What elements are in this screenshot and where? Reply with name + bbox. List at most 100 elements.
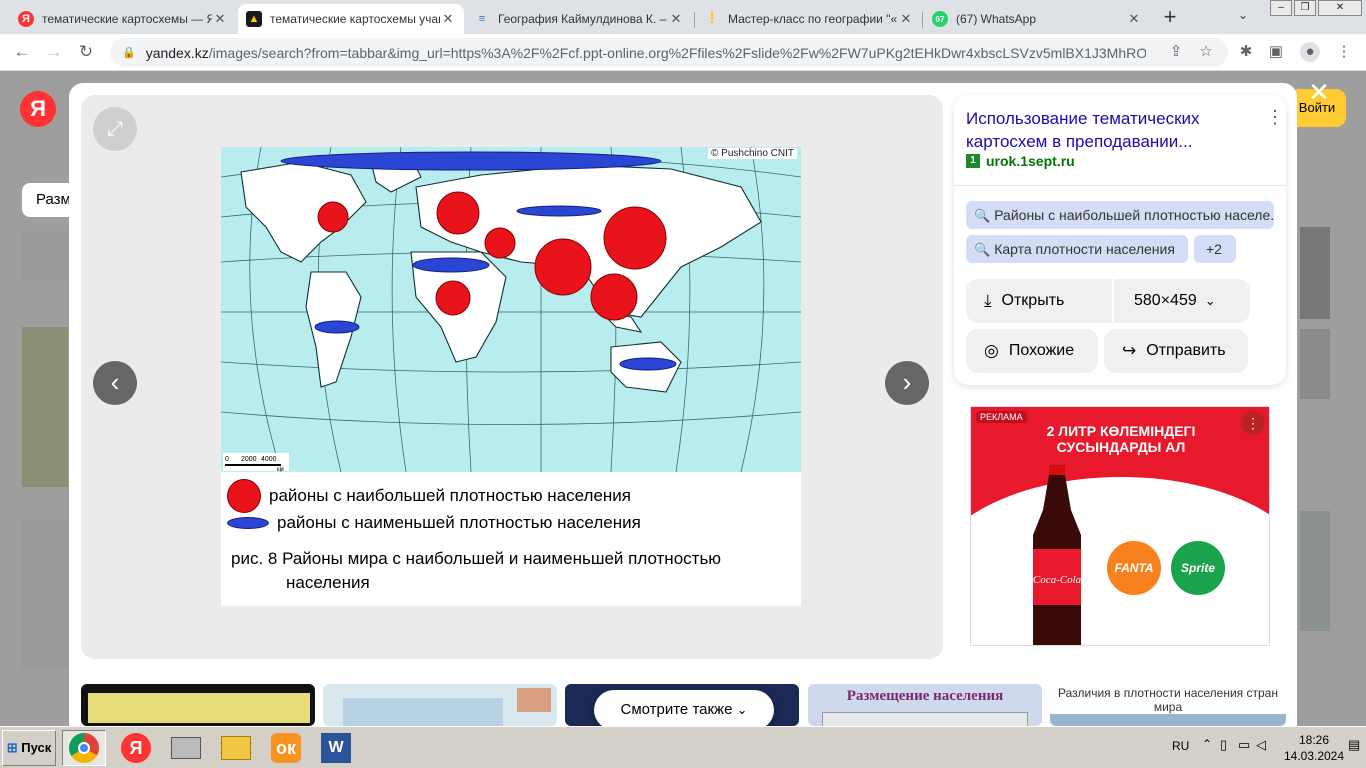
menu-kebab-icon[interactable]: ⋮ bbox=[1334, 42, 1354, 62]
yandex-logo[interactable]: Я bbox=[20, 91, 56, 127]
share-icon[interactable]: ⇪ bbox=[1166, 42, 1186, 62]
close-tab-icon[interactable]: ✕ bbox=[440, 11, 456, 27]
tag-chip[interactable]: 🔍 Карта плотности населения bbox=[966, 235, 1188, 263]
minimize-button[interactable]: – bbox=[1270, 0, 1292, 16]
fullscreen-expand-icon[interactable]: ⤢ bbox=[93, 107, 137, 151]
scale-label: 4000 bbox=[261, 456, 277, 463]
tab-separator bbox=[694, 12, 695, 28]
background-thumbnail[interactable] bbox=[1300, 227, 1330, 319]
taskbar-word[interactable]: W bbox=[314, 730, 358, 766]
profile-avatar-icon[interactable]: ● bbox=[1300, 42, 1320, 62]
camera-lens-icon: ◎ bbox=[984, 341, 999, 360]
address-bar[interactable]: 🔒 yandex.kz/images/search?from=tabbar&im… bbox=[110, 38, 1228, 67]
taskbar-chrome[interactable] bbox=[62, 730, 106, 766]
close-viewer-icon[interactable]: ✕ bbox=[1306, 79, 1332, 105]
back-arrow-icon[interactable]: ← bbox=[10, 40, 34, 64]
image-size-dropdown[interactable]: 580×459 ⌄ bbox=[1114, 279, 1250, 323]
close-window-button[interactable]: ✕ bbox=[1318, 0, 1362, 16]
dense-region-circle bbox=[435, 280, 471, 316]
sprite-logo: Sprite bbox=[1171, 541, 1225, 595]
tray-devices-icon[interactable]: ▯ bbox=[1220, 737, 1227, 753]
taskbar-printer[interactable] bbox=[164, 730, 208, 766]
close-tab-icon[interactable]: ✕ bbox=[668, 11, 684, 27]
taskbar-odnoklassniki[interactable]: ок bbox=[264, 730, 308, 766]
close-tab-icon[interactable]: ✕ bbox=[212, 11, 228, 27]
tray-network-icon[interactable]: ▭ bbox=[1238, 737, 1250, 753]
tab-image-search[interactable]: ▲ тематические картосхемы учащ ✕ bbox=[238, 4, 464, 34]
button-label: Похожие bbox=[1008, 342, 1075, 359]
button-label: 580×459 bbox=[1134, 292, 1197, 309]
reload-icon[interactable]: ↻ bbox=[74, 40, 98, 64]
tab-yandex-search[interactable]: Я тематические картосхемы — Ян ✕ bbox=[10, 4, 236, 34]
fanta-logo: FANTA bbox=[1107, 541, 1161, 595]
tab-title: География Каймулдинова К. – С bbox=[498, 12, 668, 26]
url-text[interactable]: yandex.kz/images/search?from=tabbar&img_… bbox=[146, 45, 1146, 61]
tab-title: тематические картосхемы учащ bbox=[270, 12, 440, 26]
thumbnail-image bbox=[88, 693, 310, 723]
restore-button[interactable]: ❐ bbox=[1294, 0, 1316, 16]
close-tab-icon[interactable]: ✕ bbox=[1126, 11, 1142, 27]
windows-logo-icon: ⊞ bbox=[6, 740, 18, 755]
tab-master-class[interactable]: ! Мастер-класс по географии "«И ✕ bbox=[696, 4, 922, 34]
dense-region-circle bbox=[590, 273, 638, 321]
related-thumbnail[interactable] bbox=[81, 684, 315, 726]
advertisement-banner[interactable]: РЕКЛАМА ⋮ 2 ЛИТР КӨЛЕМІНДЕГІ СУСЫНДАРДЫ … bbox=[970, 406, 1270, 646]
system-tray: RU ⌃ ▯ ▭ ◁ 18:26 14.03.2024 ▤ bbox=[1170, 727, 1366, 768]
whatsapp-icon: 67 bbox=[932, 11, 948, 27]
side-panel-icon[interactable]: ▣ bbox=[1266, 42, 1286, 62]
see-also-button[interactable]: Смотрите также ⌄ bbox=[594, 690, 774, 730]
url-path: /images/search?from=tabbar&img_url=https… bbox=[208, 44, 1146, 61]
next-image-button[interactable]: › bbox=[885, 361, 929, 405]
more-options-icon[interactable]: ⋮ bbox=[1266, 107, 1284, 128]
thumbnail-title: Различия в плотности населения стран мир… bbox=[1058, 686, 1278, 714]
start-label: Пуск bbox=[21, 740, 52, 755]
population-density-map-image[interactable]: 0 2000 4000 км © Pushchino CNIT районы с… bbox=[221, 147, 801, 606]
share-button[interactable]: ↪ Отправить bbox=[1104, 329, 1248, 373]
tray-chevron-icon[interactable]: ⌃ bbox=[1202, 737, 1212, 751]
background-thumbnail[interactable] bbox=[1300, 511, 1330, 631]
taskbar-yandex-browser[interactable]: Я bbox=[114, 730, 158, 766]
tab-geography-book[interactable]: ≡ География Каймулдинова К. – С ✕ bbox=[466, 4, 692, 34]
language-indicator[interactable]: RU bbox=[1172, 739, 1189, 753]
background-thumbnail[interactable] bbox=[22, 519, 68, 669]
close-tab-icon[interactable]: ✕ bbox=[898, 11, 914, 27]
bookmark-star-icon[interactable]: ☆ bbox=[1196, 42, 1216, 62]
tab-whatsapp[interactable]: 67 (67) WhatsApp ✕ bbox=[924, 4, 1150, 34]
tab-strip: Я тематические картосхемы — Ян ✕ ▲ темат… bbox=[0, 0, 1366, 34]
taskbar-file-explorer[interactable] bbox=[214, 730, 258, 766]
cola-brand-text: Coca-Cola bbox=[1033, 574, 1082, 586]
image-info-panel: Использование тематических картосхем в п… bbox=[954, 95, 1286, 385]
more-tags-chip[interactable]: +2 bbox=[1194, 235, 1236, 263]
tray-volume-icon[interactable]: ◁ bbox=[1256, 737, 1266, 753]
previous-image-button[interactable]: ‹ bbox=[93, 361, 137, 405]
forward-arrow-icon[interactable]: → bbox=[42, 40, 66, 64]
new-tab-button[interactable]: + bbox=[1158, 6, 1182, 30]
ad-headline-line: 2 ЛИТР КӨЛЕМІНДЕГІ bbox=[1046, 423, 1196, 439]
map-credit: © Pushchino CNIT bbox=[708, 148, 797, 159]
background-thumbnail[interactable] bbox=[1300, 329, 1330, 399]
legend-label: районы с наибольшей плотностью населения bbox=[269, 486, 631, 505]
source-title-link[interactable]: Использование тематических картосхем в п… bbox=[966, 107, 1236, 153]
start-button[interactable]: ⊞ Пуск bbox=[2, 730, 56, 766]
notification-icon[interactable]: ▤ bbox=[1348, 737, 1360, 753]
extensions-icon[interactable]: ✱ bbox=[1236, 42, 1256, 62]
tag-chip[interactable]: 🔍 Районы с наибольшей плотностью населе..… bbox=[966, 201, 1274, 229]
source-site-link[interactable]: 1 urok.1sept.ru bbox=[966, 153, 1075, 169]
background-thumbnail[interactable] bbox=[22, 231, 68, 281]
world-map: 0 2000 4000 км © Pushchino CNIT bbox=[221, 147, 801, 472]
open-image-button[interactable]: ⤓ Открыть bbox=[966, 279, 1112, 323]
tab-title: (67) WhatsApp bbox=[956, 12, 1037, 26]
url-host: yandex.kz bbox=[145, 44, 209, 61]
background-thumbnail[interactable] bbox=[22, 327, 68, 487]
legend-dense: районы с наибольшей плотностью населения bbox=[227, 479, 631, 513]
tab-search-chevron-icon[interactable]: ⌄ bbox=[1238, 8, 1248, 22]
ad-headline: 2 ЛИТР КӨЛЕМІНДЕГІ СУСЫНДАРДЫ АЛ bbox=[971, 423, 1269, 455]
similar-images-button[interactable]: ◎ Похожие bbox=[966, 329, 1098, 373]
related-thumbnail[interactable] bbox=[323, 684, 557, 726]
related-thumbnail[interactable]: Различия в плотности населения стран мир… bbox=[1050, 684, 1286, 726]
thumbnail-image bbox=[822, 712, 1028, 726]
related-thumbnail[interactable]: Размещение населения bbox=[808, 684, 1042, 726]
dense-region-circle bbox=[484, 227, 516, 259]
clock[interactable]: 18:26 14.03.2024 bbox=[1280, 732, 1348, 764]
site-favicon-icon: 1 bbox=[966, 154, 980, 168]
